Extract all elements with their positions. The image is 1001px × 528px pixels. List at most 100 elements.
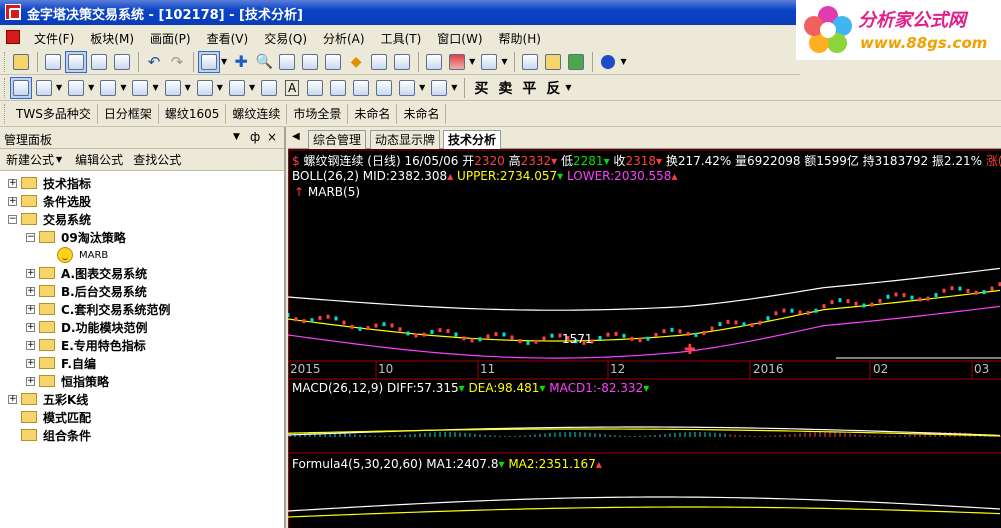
tree-node[interactable]: + 五彩K线 <box>0 390 284 408</box>
fibonacci-icon[interactable] <box>162 77 184 99</box>
draw-line-icon[interactable] <box>10 76 32 99</box>
chevron-down-icon[interactable]: ▼ <box>249 83 255 92</box>
close-icon[interactable]: × <box>267 130 277 144</box>
document-icon[interactable] <box>6 30 20 44</box>
find-formula-button[interactable]: 查找公式 <box>133 151 181 168</box>
technical-chart[interactable]: ✚ $ 螺纹钢连续 (日线) 16/05/06 开2320 高2332▾ 低22… <box>288 149 1001 528</box>
collapse-icon[interactable]: − <box>8 214 17 224</box>
tree-node[interactable]: + D.功能模块范例 <box>0 318 284 336</box>
chevron-down-icon[interactable]: ▼ <box>217 83 223 92</box>
expand-icon[interactable]: + <box>26 376 35 386</box>
page-shortcut-button[interactable]: 螺纹连续 <box>226 103 288 124</box>
chevron-down-icon[interactable]: ▼ <box>221 57 227 66</box>
menu-item[interactable]: 工具(T) <box>381 30 422 47</box>
page-shortcut-button[interactable]: 未命名 <box>348 103 398 124</box>
picture-icon[interactable] <box>327 77 349 99</box>
open-folder-icon[interactable] <box>10 51 32 73</box>
grid-icon[interactable] <box>194 77 216 99</box>
collapse-icon[interactable]: − <box>26 232 35 242</box>
rectangle-icon[interactable] <box>226 77 248 99</box>
alert-icon[interactable]: ◆ <box>345 51 367 73</box>
eraser-icon[interactable] <box>350 77 372 99</box>
tab-dynamic-board[interactable]: 动态显示牌 <box>370 130 441 149</box>
window-icon[interactable] <box>391 51 413 73</box>
expand-icon[interactable]: + <box>26 322 35 332</box>
page-shortcut-button[interactable]: 市场全景 <box>287 103 349 124</box>
pin-icon[interactable]: ф <box>250 130 260 144</box>
vertical-lines-icon[interactable] <box>97 77 119 99</box>
tree-node[interactable]: + 条件选股 <box>0 192 284 210</box>
expand-icon[interactable]: + <box>26 268 35 278</box>
tree-node[interactable]: 模式匹配 <box>0 408 284 426</box>
monitor-icon[interactable] <box>519 51 541 73</box>
save-icon[interactable] <box>88 51 110 73</box>
toolbar-grip[interactable] <box>4 51 7 72</box>
close-position-button[interactable]: 平 <box>522 78 536 98</box>
page-shortcut-button[interactable]: 未命名 <box>397 103 447 124</box>
tree-node[interactable]: + 恒指策略 <box>0 372 284 390</box>
tab-technical-analysis[interactable]: 技术分析 <box>443 130 502 150</box>
ruler-icon[interactable] <box>276 51 298 73</box>
menu-item[interactable]: 文件(F) <box>34 30 74 47</box>
tree-node[interactable]: + A.图表交易系统 <box>0 264 284 282</box>
chevron-down-icon[interactable]: ▼ <box>469 57 475 66</box>
fan-lines-icon[interactable] <box>129 77 151 99</box>
expand-icon[interactable]: + <box>26 286 35 296</box>
book-icon[interactable] <box>565 51 587 73</box>
list-icon[interactable] <box>446 51 468 73</box>
box-icon[interactable] <box>258 77 280 99</box>
tree-node[interactable]: 组合条件 <box>0 426 284 444</box>
menu-item[interactable]: 查看(V) <box>207 30 249 47</box>
redo-icon[interactable]: ↷ <box>166 51 188 73</box>
expand-icon[interactable]: + <box>26 358 35 368</box>
app-icon[interactable] <box>5 4 21 20</box>
tree-node[interactable]: + E.专用特色指标 <box>0 336 284 354</box>
tree-node[interactable]: + 技术指标 <box>0 174 284 192</box>
chevron-down-icon[interactable]: ▼ <box>88 83 94 92</box>
chevron-down-icon[interactable]: ▼ <box>565 83 571 92</box>
help-icon[interactable] <box>597 51 619 73</box>
buy-button[interactable]: 买 <box>474 78 488 98</box>
sell-button[interactable]: 卖 <box>498 78 512 98</box>
channel-icon[interactable] <box>65 77 87 99</box>
note-icon[interactable] <box>368 51 390 73</box>
tile-icon[interactable] <box>478 51 500 73</box>
zoom-icon[interactable]: 🔍 <box>253 51 275 73</box>
reverse-button[interactable]: 反 <box>546 78 560 98</box>
notebook-icon[interactable] <box>542 51 564 73</box>
chevron-down-icon[interactable]: ▼ <box>56 83 62 92</box>
edit-formula-button[interactable]: 编辑公式 <box>75 151 123 168</box>
undo-icon[interactable]: ↶ <box>143 51 165 73</box>
layout-icon[interactable] <box>65 50 87 73</box>
chevron-down-icon[interactable]: ▼ <box>501 57 507 66</box>
copy-icon[interactable] <box>42 51 64 73</box>
tree-node[interactable]: − 09淘汰策略 <box>0 228 284 246</box>
expand-icon[interactable]: + <box>26 340 35 350</box>
keyboard-icon[interactable] <box>299 51 321 73</box>
chevron-down-icon[interactable]: ▼ <box>120 83 126 92</box>
page-shortcut-button[interactable]: 螺纹1605 <box>159 103 227 124</box>
chevron-down-icon[interactable]: ▼ <box>185 83 191 92</box>
chevron-down-icon[interactable]: ▼ <box>451 83 457 92</box>
chevron-down-icon[interactable]: ▼ <box>152 83 158 92</box>
tree-node[interactable]: + F.自编 <box>0 354 284 372</box>
select-cursor-icon[interactable] <box>198 50 220 73</box>
chevron-down-icon[interactable]: ▼ <box>620 57 626 66</box>
menu-item[interactable]: 板块(M) <box>90 30 134 47</box>
page-shortcut-button[interactable]: TWS多品种交 <box>10 103 98 124</box>
tree-node[interactable]: + C.套利交易系统范例 <box>0 300 284 318</box>
text-icon[interactable] <box>322 51 344 73</box>
menu-item[interactable]: 窗口(W) <box>437 30 482 47</box>
chevron-down-icon[interactable]: ▼ <box>233 132 240 142</box>
crosshair-icon[interactable]: ✚ <box>230 51 252 73</box>
tree-node[interactable]: − 交易系统 <box>0 210 284 228</box>
shapes-icon[interactable] <box>304 77 326 99</box>
menu-item[interactable]: 分析(A) <box>323 30 365 47</box>
text-label-icon[interactable]: A <box>281 77 303 99</box>
expand-icon[interactable]: + <box>8 178 17 188</box>
print-icon[interactable] <box>111 51 133 73</box>
trend-line-icon[interactable] <box>33 77 55 99</box>
table-icon[interactable] <box>396 77 418 99</box>
toolbar-grip[interactable] <box>4 103 7 124</box>
chevron-down-icon[interactable]: ▼ <box>419 83 425 92</box>
